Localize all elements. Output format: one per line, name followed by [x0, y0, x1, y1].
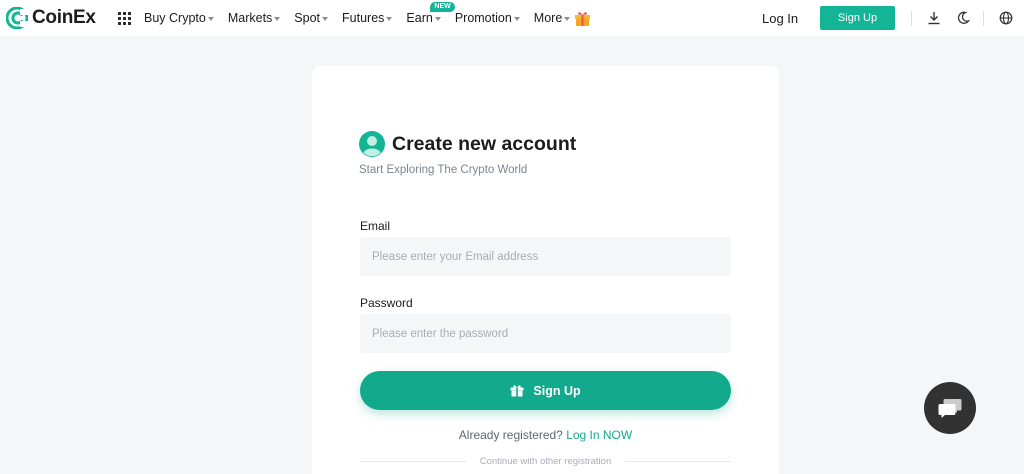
divider-line [360, 461, 466, 462]
globe-icon[interactable] [999, 11, 1013, 25]
coinex-logo[interactable]: CoinEx [6, 7, 96, 29]
continue-text: Continue with other registration [479, 456, 612, 467]
already-registered-text: Already registered? [458, 428, 563, 442]
main-menu: Buy Crypto Markets Spot Futures Earn NEW… [144, 0, 584, 36]
menu-label: More [533, 11, 563, 25]
menu-earn[interactable]: Earn NEW [406, 2, 455, 25]
menu-label: Futures [342, 11, 385, 25]
signup-submit-label: Sign Up [533, 383, 581, 398]
user-avatar-icon [359, 131, 385, 157]
menu-buy-crypto[interactable]: Buy Crypto [144, 11, 214, 25]
chat-bubble-icon [938, 399, 962, 418]
new-badge: NEW [430, 2, 455, 12]
caret-down-icon [274, 16, 281, 21]
menu-label: Buy Crypto [144, 11, 206, 25]
caret-down-icon [564, 16, 571, 21]
menu-label: Promotion [454, 11, 512, 25]
nav-divider [911, 11, 912, 26]
login-link[interactable]: Log In [762, 11, 798, 26]
menu-markets[interactable]: Markets [227, 11, 281, 25]
continue-divider: Continue with other registration [360, 456, 731, 467]
password-input[interactable] [360, 314, 731, 353]
signup-card: Create new account Start Exploring The C… [312, 66, 779, 474]
page-title: Create new account [392, 132, 577, 155]
menu-spot[interactable]: Spot [294, 11, 329, 25]
caret-down-icon [513, 16, 520, 21]
already-registered: Already registered? Log In NOW [312, 428, 779, 442]
caret-down-icon [322, 16, 329, 21]
menu-label: Markets [227, 11, 273, 25]
password-label: Password [360, 296, 413, 310]
login-now-link[interactable]: Log In NOW [566, 428, 632, 442]
divider-line [625, 461, 731, 462]
nav-divider [983, 11, 984, 26]
chat-support-button[interactable] [924, 382, 976, 434]
caret-down-icon [386, 16, 393, 21]
menu-label: Spot [294, 11, 321, 25]
gift-icon[interactable] [574, 10, 591, 32]
menu-futures[interactable]: Futures [342, 11, 393, 25]
apps-grid-icon[interactable] [118, 12, 131, 25]
email-label: Email [360, 219, 391, 233]
menu-promotion[interactable]: Promotion [455, 11, 520, 25]
page-subtitle: Start Exploring The Crypto World [359, 164, 528, 176]
email-input[interactable] [360, 237, 731, 276]
menu-more[interactable]: More [533, 11, 571, 25]
moon-icon[interactable] [956, 11, 970, 25]
top-nav: CoinEx Buy Crypto Markets Spot Futures E… [0, 0, 1024, 36]
title-row: Create new account [359, 131, 576, 157]
gift-icon [510, 385, 524, 397]
coinex-logo-icon [6, 7, 28, 29]
nav-signup-button[interactable]: Sign Up [820, 6, 895, 30]
download-icon[interactable] [927, 11, 941, 25]
caret-down-icon [207, 16, 214, 21]
caret-down-icon [434, 16, 441, 21]
menu-label: Earn [406, 11, 433, 25]
brand-name: CoinEx [32, 7, 96, 28]
signup-submit-button[interactable]: Sign Up [360, 371, 731, 410]
